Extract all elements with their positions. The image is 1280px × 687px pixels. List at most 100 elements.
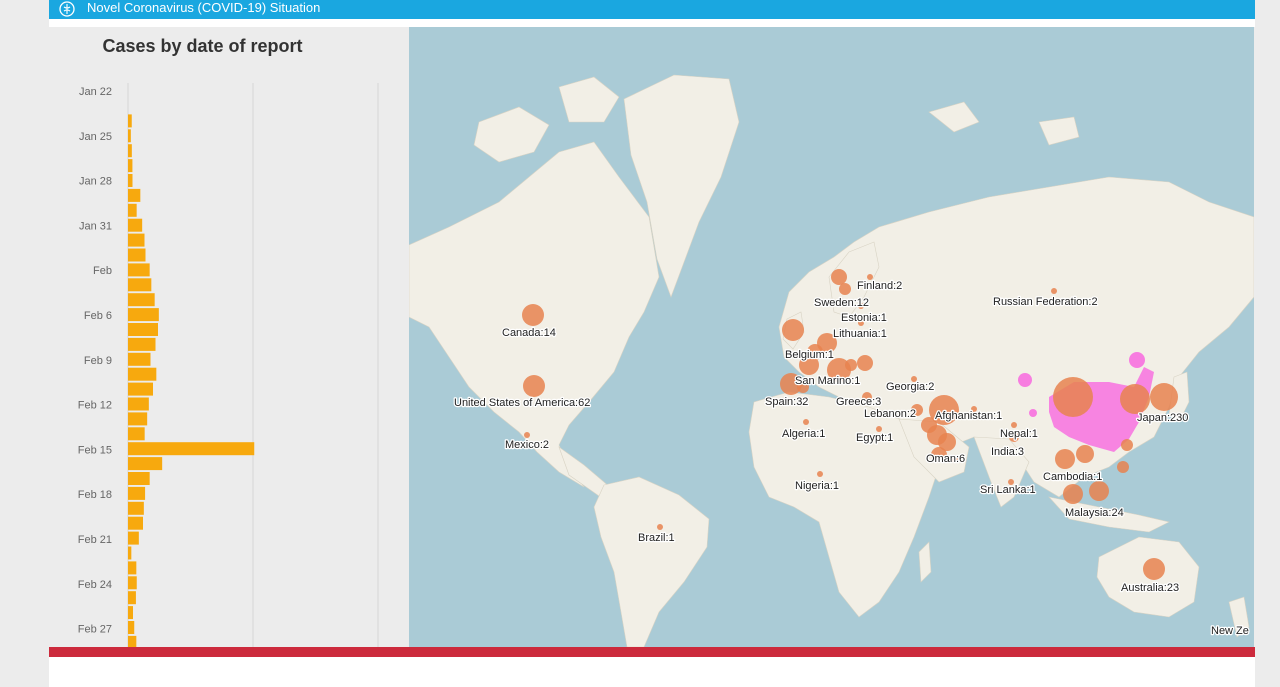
chart-bar[interactable]	[128, 427, 145, 441]
chart-bar[interactable]	[128, 486, 146, 500]
china-hotspot[interactable]	[1129, 352, 1145, 368]
label-georgia: Georgia:2	[886, 381, 934, 393]
cambodia-circle	[1055, 449, 1075, 469]
chart-bar[interactable]	[128, 337, 156, 351]
chart-bar[interactable]	[128, 129, 131, 143]
who-emblem-icon	[59, 1, 75, 17]
chart-bar[interactable]	[128, 412, 148, 426]
chart-bar[interactable]	[128, 606, 133, 620]
chart-bar[interactable]	[128, 501, 144, 515]
philippines-circle	[1117, 461, 1129, 473]
chart-bar[interactable]	[128, 546, 132, 560]
brazil-circle	[657, 524, 663, 530]
label-cambodia: Cambodia:1	[1043, 471, 1102, 483]
mexico-circle	[524, 432, 530, 438]
dashboard-header: Novel Coronavirus (COVID-19) Situation	[49, 0, 1255, 19]
chart-bar[interactable]	[128, 174, 133, 187]
chart-tick-label: Feb 24	[78, 579, 112, 591]
chart-tick-label: Jan 31	[79, 220, 112, 232]
usa-circle	[523, 375, 545, 397]
chart-bar[interactable]	[128, 218, 143, 232]
chart-bar[interactable]	[128, 382, 153, 396]
chart-bar[interactable]	[128, 352, 151, 366]
chart-tick-label: Jan 22	[79, 86, 112, 98]
chart-tick-label: Feb 18	[78, 489, 112, 501]
label-india: India:3	[991, 446, 1024, 458]
chart-bar[interactable]	[128, 635, 137, 647]
label-usa: United States of America:62	[454, 397, 590, 409]
chart-tick-label: Feb 15	[78, 444, 112, 456]
chart-bar[interactable]	[128, 397, 149, 411]
label-nepal: Nepal:1	[1000, 428, 1038, 440]
chart-tick-label: Jan 25	[79, 131, 112, 143]
chart-tick-label: Jan 28	[79, 176, 112, 188]
vietnam-circle	[1076, 445, 1094, 463]
chart-bar[interactable]	[128, 308, 159, 322]
chart-bar[interactable]	[128, 263, 150, 277]
chart-bar[interactable]	[128, 516, 143, 530]
label-spain: Spain:32	[765, 396, 808, 408]
map-canvas[interactable]: Canada:14 United States of America:62 Me…	[409, 27, 1254, 647]
chart-bar[interactable]	[128, 442, 255, 456]
chart-tick-label: Feb 9	[84, 355, 112, 367]
japan-circle	[1150, 383, 1178, 411]
chart-tick-label: Feb	[93, 265, 112, 277]
uk-circle	[782, 319, 804, 341]
chart-tick-label: Feb 21	[78, 534, 112, 546]
label-australia: Australia:23	[1121, 582, 1179, 594]
chart-bar[interactable]	[128, 248, 146, 262]
label-sweden: Sweden:12	[814, 297, 869, 309]
cases-by-date-chart[interactable]: Jan 22 Jan 25 Jan 28 Jan 31 Feb Feb 6 Feb 9 Feb…	[49, 27, 408, 647]
australia-circle	[1143, 558, 1165, 580]
label-lebanon: Lebanon:2	[864, 408, 916, 420]
footer-panel	[49, 657, 1255, 687]
chart-bar[interactable]	[128, 323, 158, 336]
chart-bar[interactable]	[128, 159, 133, 173]
chart-bar[interactable]	[128, 114, 132, 128]
label-egypt: Egypt:1	[856, 432, 893, 444]
chart-bar[interactable]	[128, 472, 150, 485]
chart-bar[interactable]	[128, 203, 137, 217]
label-afghanistan: Afghanistan:1	[935, 410, 1002, 422]
label-san-marino: San Marino:1	[795, 375, 860, 387]
world-map[interactable]: Canada:14 United States of America:62 Me…	[409, 27, 1254, 647]
nigeria-circle	[817, 471, 823, 477]
chart-tick-label: Feb 12	[78, 400, 112, 412]
chart-bar[interactable]	[128, 293, 155, 307]
label-japan: Japan:230	[1137, 412, 1188, 424]
chart-bar[interactable]	[128, 457, 163, 471]
chart-bar[interactable]	[128, 367, 157, 381]
label-canada: Canada:14	[502, 327, 556, 339]
chart-bar[interactable]	[128, 233, 145, 247]
chart-tick-label: Feb 27	[78, 624, 112, 636]
chart-bar[interactable]	[128, 188, 141, 202]
header-divider	[49, 19, 1255, 27]
chart-bar[interactable]	[128, 561, 137, 575]
canada-circle	[522, 304, 544, 326]
label-sri-lanka: Sri Lanka:1	[980, 484, 1036, 496]
sweden-circle	[831, 269, 847, 285]
russia-circle	[1051, 288, 1057, 294]
label-belgium: Belgium:1	[785, 349, 834, 361]
label-malaysia: Malaysia:24	[1065, 507, 1124, 519]
chart-bar[interactable]	[128, 531, 139, 545]
label-nigeria: Nigeria:1	[795, 480, 839, 492]
chart-bar[interactable]	[128, 278, 152, 292]
label-finland: Finland:2	[857, 280, 902, 292]
china-point[interactable]	[1029, 409, 1037, 417]
china-west-point[interactable]	[1018, 373, 1032, 387]
chart-bar[interactable]	[128, 621, 135, 634]
san-marino-circle	[845, 359, 857, 371]
sweden-circle-2	[839, 283, 851, 295]
chart-bar[interactable]	[128, 576, 137, 590]
algeria-circle	[803, 419, 809, 425]
chart-bar[interactable]	[128, 144, 132, 158]
label-estonia: Estonia:1	[841, 312, 887, 324]
korea-circle	[1120, 384, 1150, 414]
label-lithuania: Lithuania:1	[833, 328, 887, 340]
chart-bar[interactable]	[128, 591, 136, 605]
label-oman: Oman:6	[926, 453, 965, 465]
chart-tick-label: Feb 6	[84, 310, 112, 322]
austria-circle	[857, 355, 873, 371]
china-circle	[1053, 377, 1093, 417]
